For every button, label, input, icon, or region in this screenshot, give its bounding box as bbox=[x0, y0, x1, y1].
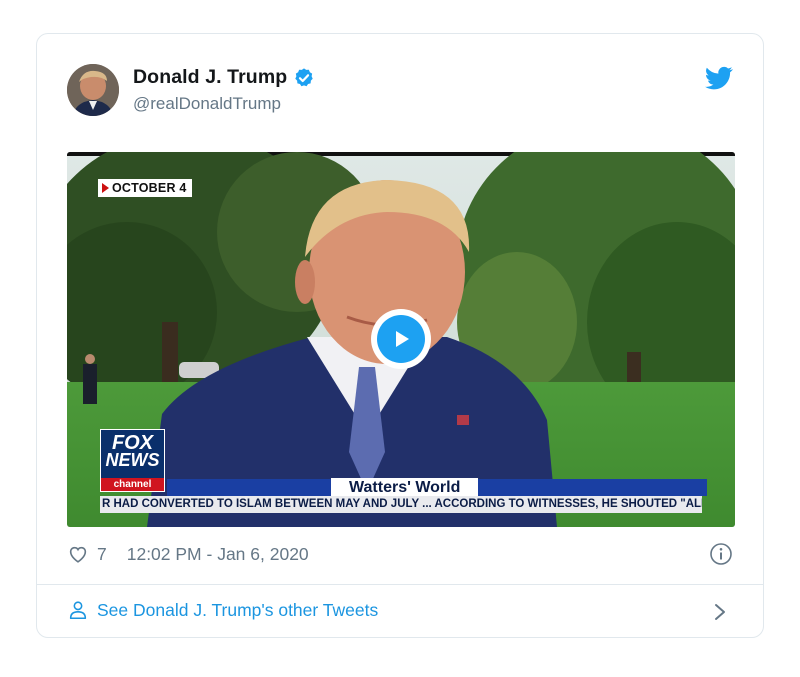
tweet-card: Donald J. Trump @realDonaldTrump OCTOBER… bbox=[36, 33, 764, 638]
date-tag-text: OCTOBER 4 bbox=[112, 181, 187, 195]
tweet-meta: 7 12:02 PM - Jan 6, 2020 bbox=[67, 543, 309, 565]
play-icon[interactable] bbox=[377, 315, 425, 363]
news-ticker: R HAD CONVERTED TO ISLAM BETWEEN MAY AND… bbox=[100, 496, 702, 513]
author-row[interactable]: Donald J. Trump bbox=[133, 66, 315, 89]
video-player[interactable]: OCTOBER 4 FOX NEWS channel Watters' Worl… bbox=[67, 152, 735, 527]
heart-icon[interactable] bbox=[67, 543, 89, 565]
other-tweets-label[interactable]: See Donald J. Trump's other Tweets bbox=[97, 600, 378, 621]
other-tweets-link[interactable]: See Donald J. Trump's other Tweets bbox=[67, 599, 378, 621]
author-handle[interactable]: @realDonaldTrump bbox=[133, 94, 281, 114]
twitter-bird-icon[interactable] bbox=[705, 64, 733, 92]
verified-badge-icon bbox=[295, 67, 313, 86]
chevron-right-icon[interactable] bbox=[711, 602, 729, 622]
divider bbox=[37, 584, 763, 585]
date-tag: OCTOBER 4 bbox=[98, 179, 192, 197]
tweet-timestamp[interactable]: 12:02 PM - Jan 6, 2020 bbox=[127, 544, 309, 565]
avatar[interactable] bbox=[67, 64, 119, 116]
play-marker-icon bbox=[102, 183, 109, 193]
network-logo-line2: NEWS bbox=[105, 450, 160, 470]
play-button[interactable] bbox=[371, 309, 431, 369]
user-icon bbox=[69, 601, 87, 620]
show-title: Watters' World bbox=[331, 478, 479, 497]
network-logo-line3: channel bbox=[101, 478, 164, 491]
author-name[interactable]: Donald J. Trump bbox=[133, 66, 287, 89]
network-logo: FOX NEWS channel bbox=[100, 429, 165, 492]
info-icon[interactable] bbox=[709, 542, 733, 566]
like-count[interactable]: 7 bbox=[97, 544, 107, 565]
